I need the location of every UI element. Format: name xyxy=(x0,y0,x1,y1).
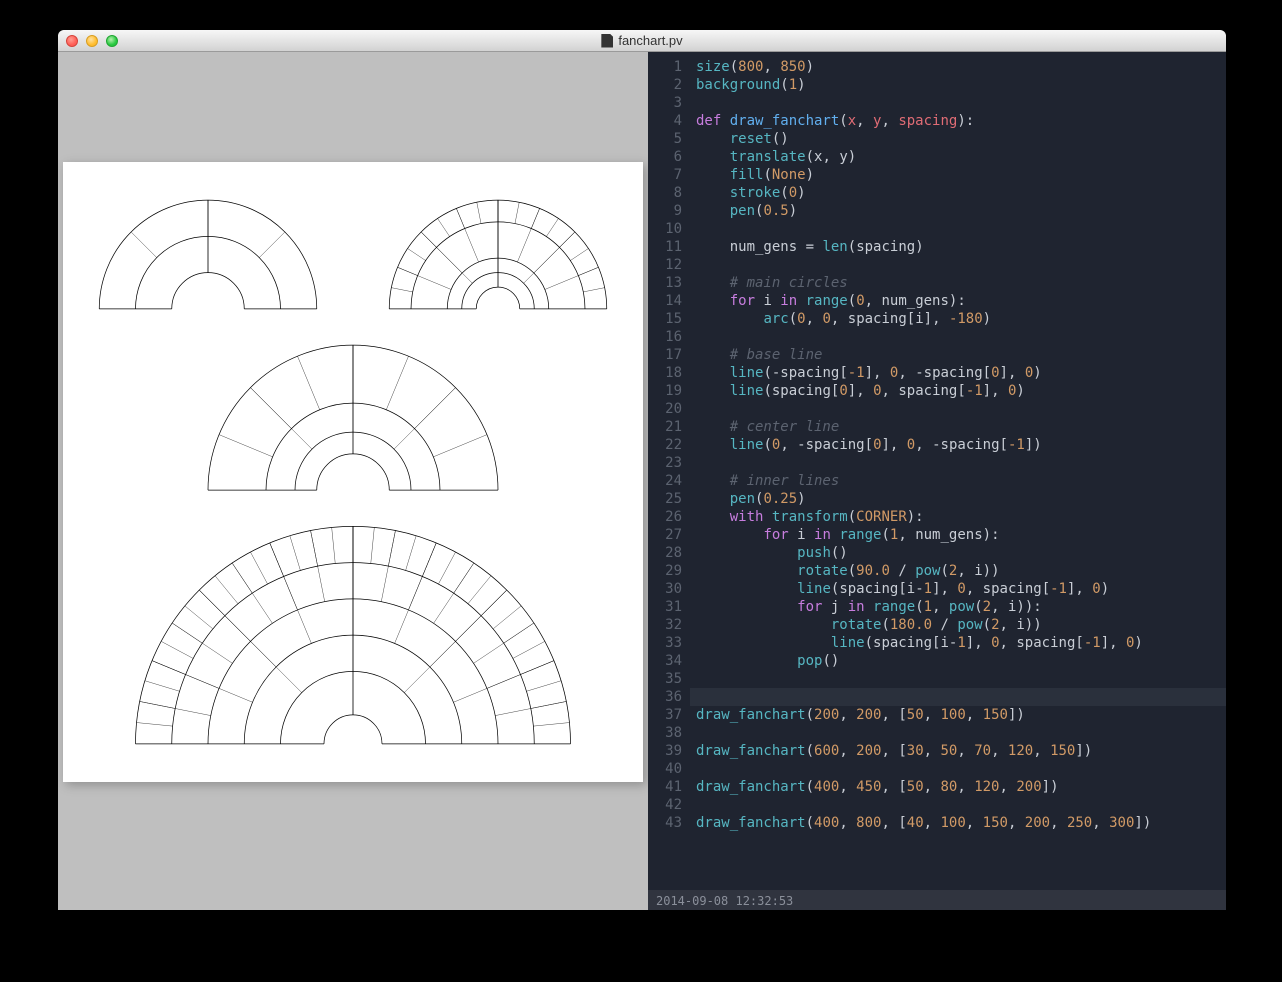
editor-pane: 1234567891011121314151617181920212223242… xyxy=(648,52,1226,910)
window-title: fanchart.pv xyxy=(58,33,1226,48)
titlebar[interactable]: fanchart.pv xyxy=(58,30,1226,52)
code-editor[interactable]: 1234567891011121314151617181920212223242… xyxy=(648,52,1226,890)
preview-canvas xyxy=(63,162,643,782)
content-area: 1234567891011121314151617181920212223242… xyxy=(58,52,1226,910)
zoom-icon[interactable] xyxy=(106,35,118,47)
line-gutter: 1234567891011121314151617181920212223242… xyxy=(648,52,690,890)
close-icon[interactable] xyxy=(66,35,78,47)
traffic-lights xyxy=(66,35,118,47)
filename-label: fanchart.pv xyxy=(618,33,682,48)
document-icon xyxy=(601,34,613,48)
minimize-icon[interactable] xyxy=(86,35,98,47)
status-bar: 2014-09-08 12:32:53 xyxy=(648,890,1226,910)
status-timestamp: 2014-09-08 12:32:53 xyxy=(656,894,793,908)
app-window: fanchart.pv 1234567891011121314151617181… xyxy=(58,30,1226,910)
preview-pane[interactable] xyxy=(58,52,648,910)
code-area[interactable]: size(800, 850)background(1) def draw_fan… xyxy=(690,52,1226,890)
